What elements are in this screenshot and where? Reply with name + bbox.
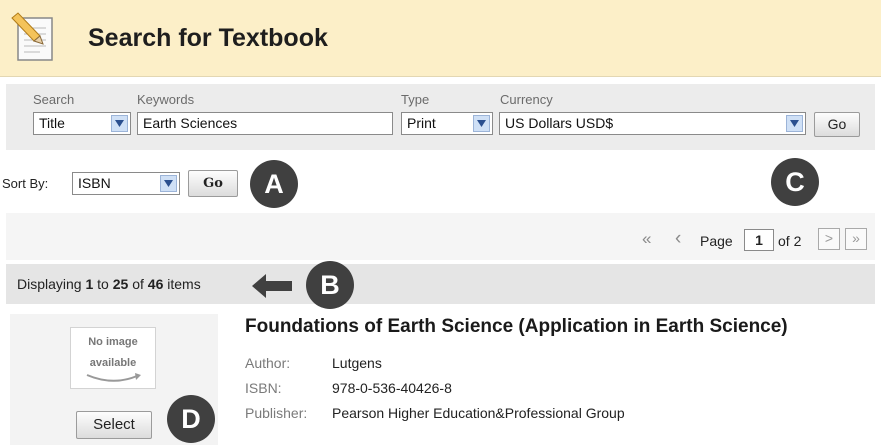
result-title[interactable]: Foundations of Earth Science (Applicatio… (245, 316, 788, 338)
callout-d: D (167, 395, 215, 443)
no-image-placeholder: No image available (70, 327, 156, 389)
currency-label: Currency (500, 92, 553, 107)
type-value: Print (407, 115, 436, 131)
type-label: Type (401, 92, 430, 107)
keywords-value: Earth Sciences (143, 115, 238, 131)
total-count: 46 (147, 276, 164, 292)
sort-go-button[interactable]: Go (188, 170, 238, 197)
last-page-button[interactable]: » (845, 228, 867, 250)
isbn-label: ISBN: (245, 380, 282, 396)
sort-by-value: ISBN (78, 175, 111, 191)
first-page-icon[interactable]: « (642, 229, 651, 249)
search-go-button[interactable]: Go (814, 112, 860, 137)
currency-value: US Dollars USD$ (505, 115, 614, 131)
chevron-down-icon[interactable] (160, 175, 177, 192)
page-number-input[interactable]: 1 (744, 229, 774, 251)
publisher-label: Publisher: (245, 405, 308, 421)
chevron-down-icon[interactable] (786, 115, 803, 132)
search-label: Search (33, 92, 75, 107)
callout-a: A (250, 160, 298, 208)
previous-page-icon[interactable]: ‹ (675, 228, 681, 250)
page-label: Page (700, 233, 733, 249)
callout-b: B (306, 261, 354, 309)
type-select[interactable]: Print (401, 112, 493, 135)
search-field-value: Title (39, 115, 65, 131)
search-field-select[interactable]: Title (33, 112, 131, 135)
textbook-edit-icon (10, 12, 60, 64)
publisher-value: Pearson Higher Education&Professional Gr… (332, 405, 625, 421)
next-page-button[interactable]: > (818, 228, 840, 250)
results-summary: Displaying 1 to 25 of 46 items (17, 276, 201, 292)
page-title: Search for Textbook (88, 24, 328, 52)
page-header: Search for Textbook (0, 0, 881, 77)
arrow-left-icon (252, 272, 292, 303)
callout-c: C (771, 158, 819, 206)
select-button[interactable]: Select (76, 411, 152, 439)
author-label: Author: (245, 355, 291, 371)
keywords-input[interactable]: Earth Sciences (137, 112, 393, 135)
sort-by-label: Sort By: (2, 176, 49, 191)
isbn-value: 978-0-536-40426-8 (332, 380, 452, 396)
page-count-label: of 2 (778, 233, 802, 249)
range-end: 25 (112, 276, 129, 292)
sort-by-select[interactable]: ISBN (72, 172, 180, 195)
currency-select[interactable]: US Dollars USD$ (499, 112, 806, 135)
chevron-down-icon[interactable] (111, 115, 128, 132)
chevron-down-icon[interactable] (473, 115, 490, 132)
author-value: Lutgens (332, 355, 382, 371)
keywords-label: Keywords (137, 92, 195, 107)
smile-arrow-icon (86, 373, 141, 382)
